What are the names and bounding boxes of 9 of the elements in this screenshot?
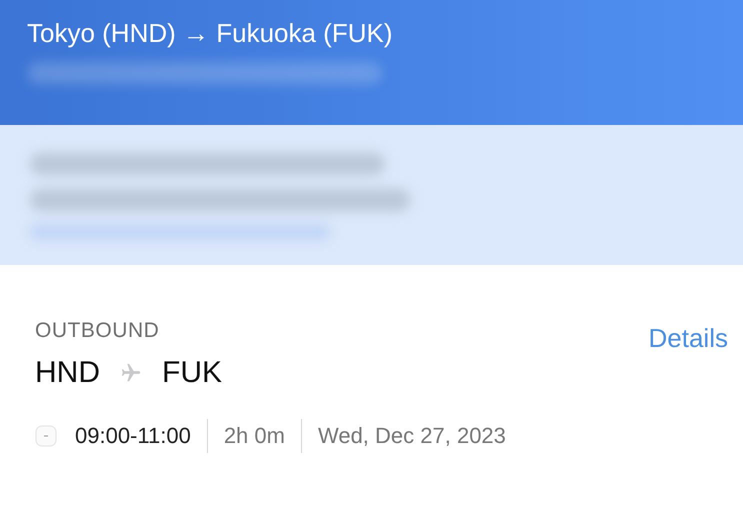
airline-logo-icon	[35, 425, 57, 447]
flight-duration: 2h 0m	[224, 422, 285, 450]
route-title: Tokyo (HND) → Fukuoka (FUK)	[27, 17, 394, 50]
flight-date: Wed, Dec 27, 2023	[318, 422, 506, 450]
section-label: OUTBOUND	[35, 318, 160, 344]
destination-code: FUK	[162, 355, 222, 391]
flight-times: 09:00-11:00	[75, 422, 191, 450]
origin-code: HND	[35, 355, 100, 391]
details-link[interactable]: Details	[648, 321, 728, 355]
